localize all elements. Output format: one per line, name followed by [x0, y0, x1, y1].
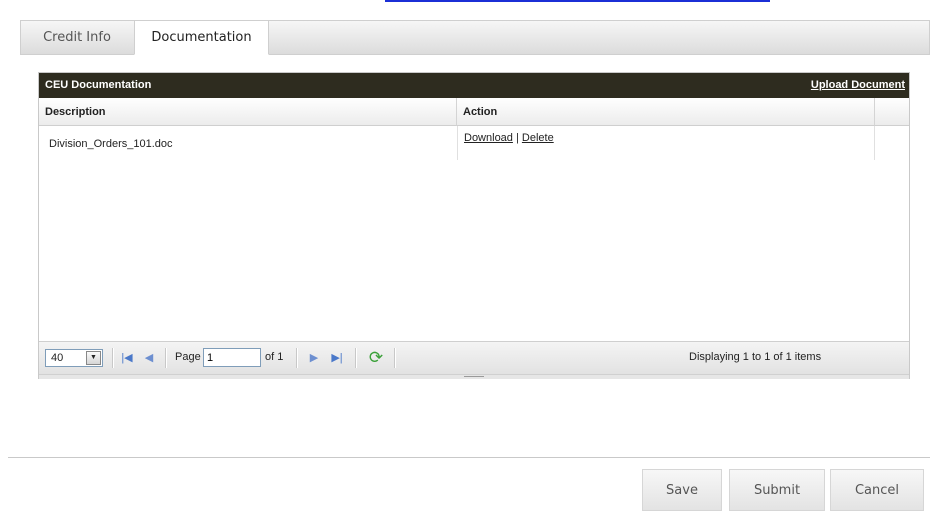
refresh-icon[interactable]: ⟳: [366, 348, 386, 368]
download-link[interactable]: Download: [464, 132, 513, 144]
first-page-icon[interactable]: |◀: [119, 350, 135, 366]
tab-bar: Credit Info Documentation: [20, 20, 930, 55]
delete-link[interactable]: Delete: [522, 132, 554, 144]
save-button[interactable]: Save: [642, 469, 722, 511]
pager-divider: [296, 348, 298, 368]
upload-document-link[interactable]: Upload Document: [811, 73, 905, 98]
prev-page-icon[interactable]: ◀: [141, 350, 157, 366]
column-header-description[interactable]: Description: [39, 98, 457, 126]
submit-button[interactable]: Submit: [729, 469, 825, 511]
grid-header: CEU Documentation Upload Document: [39, 73, 909, 98]
page-size-value: 40: [51, 352, 64, 364]
pager-divider: [112, 348, 114, 368]
tab-documentation[interactable]: Documentation: [134, 20, 269, 55]
top-link-underline: [385, 0, 770, 2]
last-page-icon[interactable]: ▶|: [329, 350, 345, 366]
cell-description: Division_Orders_101.doc: [49, 138, 173, 150]
pager-divider: [165, 348, 167, 368]
pager-divider: [355, 348, 357, 368]
page-number-input[interactable]: [203, 348, 261, 367]
chevron-down-icon[interactable]: ▼: [86, 351, 101, 365]
next-page-icon[interactable]: ▶: [306, 350, 322, 366]
column-header-spacer: [875, 98, 909, 126]
page-size-select[interactable]: 40 ▼: [45, 349, 103, 367]
page-label: Page: [175, 351, 201, 363]
pager-toolbar: 40 ▼ |◀ ◀ Page of 1 ▶ ▶| ⟳ Displaying 1 …: [39, 341, 909, 374]
action-separator: |: [512, 132, 522, 144]
cell-action: Download | Delete: [457, 126, 875, 160]
tab-credit-info[interactable]: Credit Info: [21, 21, 133, 55]
display-info: Displaying 1 to 1 of 1 items: [689, 351, 822, 363]
ceu-documentation-grid: CEU Documentation Upload Document Descri…: [38, 72, 910, 379]
page-count-label: of 1: [265, 351, 284, 363]
grid-title: CEU Documentation: [45, 79, 152, 91]
cancel-button[interactable]: Cancel: [830, 469, 924, 511]
grid-resize-bar[interactable]: [39, 374, 909, 379]
column-header-action[interactable]: Action: [457, 98, 875, 126]
resize-handle-icon[interactable]: [464, 376, 484, 377]
footer-divider: [8, 457, 930, 458]
pager-divider: [394, 348, 396, 368]
